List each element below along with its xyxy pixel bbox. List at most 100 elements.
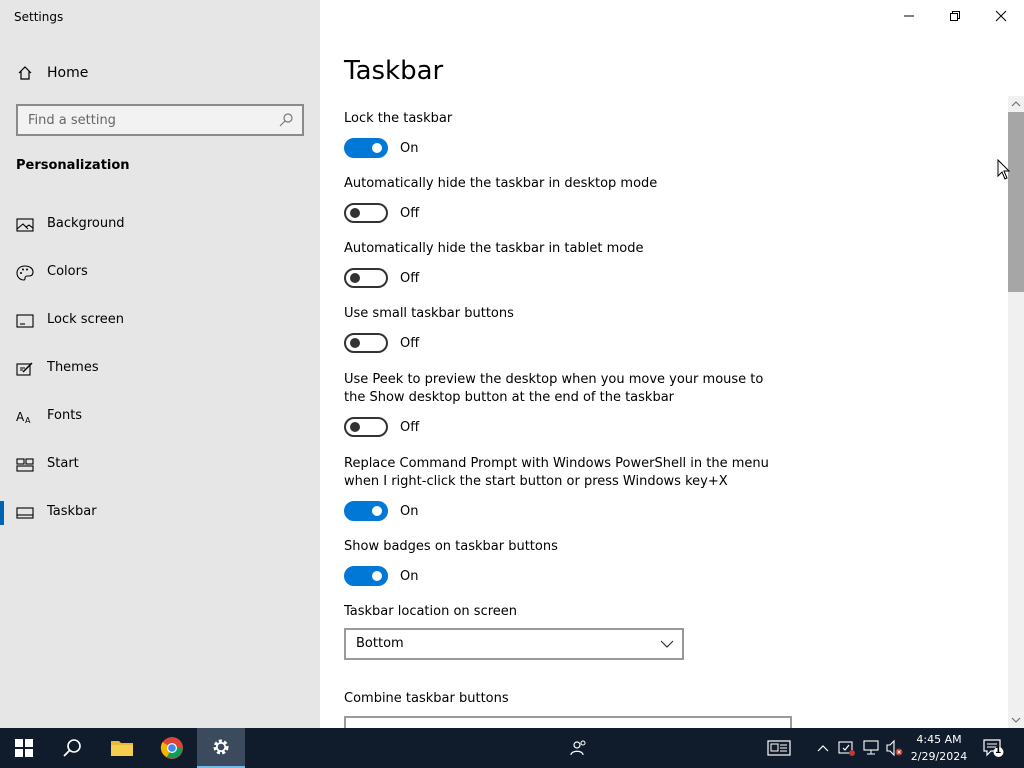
- combine-label: Combine taskbar buttons: [344, 691, 509, 706]
- sidebar: Settings Home Personalization Background…: [0, 0, 320, 728]
- windows-taskbar: 4:45 AM 2/29/2024 1: [0, 728, 1024, 768]
- search-icon[interactable]: [278, 112, 294, 128]
- gear-icon: [213, 739, 229, 755]
- action-center-button[interactable]: 1: [982, 738, 1006, 758]
- fonts-icon: AA: [16, 410, 31, 425]
- toggle-state-label: Off: [400, 420, 420, 435]
- security-tray-button[interactable]: [837, 738, 857, 758]
- combine-dropdown[interactable]: [344, 716, 792, 728]
- chrome-icon: [160, 737, 183, 759]
- search-input[interactable]: [18, 106, 274, 134]
- autohide-tablet-toggle[interactable]: [344, 268, 388, 288]
- settings-taskbar-button[interactable]: [197, 728, 245, 768]
- sidebar-item-label: Colors: [47, 264, 88, 279]
- page-title: Taskbar: [344, 56, 444, 86]
- sidebar-item-label: Home: [47, 65, 89, 81]
- svg-text:A: A: [25, 416, 31, 425]
- setting-label: Replace Command Prompt with Windows Powe…: [344, 456, 769, 489]
- scroll-down-button[interactable]: [1008, 712, 1024, 728]
- news-button[interactable]: [766, 738, 792, 758]
- location-dropdown[interactable]: Bottom: [344, 628, 684, 660]
- chrome-button[interactable]: [148, 728, 196, 768]
- toggle-knob: [350, 338, 360, 348]
- sidebar-item-taskbar[interactable]: Taskbar: [0, 493, 320, 533]
- sidebar-item-colors[interactable]: Colors: [0, 253, 320, 293]
- setting-label: Show badges on taskbar buttons: [344, 539, 558, 554]
- taskbar-search-button[interactable]: [48, 728, 96, 768]
- toggle-state-label: On: [400, 504, 419, 519]
- search-icon: [63, 739, 81, 757]
- mouse-cursor-icon: [997, 159, 1011, 180]
- scrollbar[interactable]: [1008, 96, 1024, 728]
- window-title: Settings: [14, 10, 64, 24]
- clock-time: 4:45 AM: [916, 733, 962, 746]
- sidebar-item-label: Background: [47, 216, 125, 231]
- notification-count-badge: 1: [995, 746, 1002, 756]
- start-button[interactable]: [0, 728, 48, 768]
- file-explorer-button[interactable]: [98, 728, 146, 768]
- start-icon: [16, 458, 34, 472]
- palette-icon: [16, 265, 34, 281]
- home-icon: [18, 66, 32, 80]
- toggle-state-label: On: [400, 141, 419, 156]
- close-icon: [995, 10, 1007, 22]
- sidebar-item-label: Lock screen: [47, 312, 124, 327]
- toggle-state-label: On: [400, 569, 419, 584]
- image-icon: [16, 218, 34, 232]
- people-icon: [570, 740, 586, 756]
- sidebar-item-fonts[interactable]: AA Fonts: [0, 397, 320, 437]
- toggle-knob: [350, 208, 360, 218]
- peek-toggle[interactable]: [344, 417, 388, 437]
- sidebar-item-start[interactable]: Start: [0, 445, 320, 485]
- lock-taskbar-toggle[interactable]: [344, 138, 388, 158]
- sidebar-item-background[interactable]: Background: [0, 205, 320, 245]
- network-tray-button[interactable]: [861, 738, 881, 758]
- toggle-knob: [372, 506, 382, 516]
- close-button[interactable]: [978, 0, 1024, 32]
- powershell-toggle[interactable]: [344, 501, 388, 521]
- minimize-icon: [904, 15, 914, 17]
- folder-icon: [111, 741, 133, 756]
- scroll-up-icon: [1011, 101, 1021, 107]
- sidebar-item-home[interactable]: Home: [0, 58, 320, 88]
- search-box[interactable]: [16, 104, 304, 136]
- toggle-state-label: Off: [400, 271, 420, 286]
- minimize-button[interactable]: [886, 0, 932, 32]
- windows-logo-icon: [15, 739, 33, 757]
- setting-label: Lock the taskbar: [344, 111, 453, 126]
- themes-icon: [16, 362, 33, 376]
- defender-icon: [838, 741, 855, 756]
- volume-muted-icon: [886, 739, 903, 757]
- restore-button[interactable]: [932, 0, 978, 32]
- volume-tray-button[interactable]: [884, 738, 904, 758]
- toggle-knob: [350, 273, 360, 283]
- chevron-down-icon: [660, 640, 674, 648]
- show-hidden-icons-button[interactable]: [813, 738, 833, 758]
- toggle-knob: [372, 143, 382, 153]
- autohide-desktop-toggle[interactable]: [344, 203, 388, 223]
- taskbar-clock[interactable]: 4:45 AM 2/29/2024: [904, 731, 974, 765]
- news-icon: [767, 740, 791, 756]
- toggle-knob: [372, 571, 382, 581]
- scroll-up-button[interactable]: [1008, 96, 1024, 112]
- small-buttons-toggle[interactable]: [344, 333, 388, 353]
- scroll-down-icon: [1011, 717, 1021, 723]
- badges-toggle[interactable]: [344, 566, 388, 586]
- scroll-thumb[interactable]: [1008, 112, 1024, 292]
- setting-label: Use small taskbar buttons: [344, 306, 514, 321]
- dropdown-value: Bottom: [356, 636, 404, 651]
- toggle-state-label: Off: [400, 206, 420, 221]
- setting-label: Use Peek to preview the desktop when you…: [344, 372, 764, 405]
- restore-icon: [950, 11, 960, 21]
- selection-indicator: [0, 501, 4, 525]
- people-button[interactable]: [568, 738, 588, 758]
- sidebar-item-label: Fonts: [47, 408, 83, 423]
- toggle-knob: [350, 422, 360, 432]
- notification-icon: [983, 739, 1004, 757]
- svg-text:A: A: [16, 410, 25, 424]
- sidebar-item-themes[interactable]: Themes: [0, 349, 320, 389]
- sidebar-item-lock-screen[interactable]: Lock screen: [0, 301, 320, 341]
- sidebar-item-label: Themes: [47, 360, 99, 375]
- setting-label: Automatically hide the taskbar in deskto…: [344, 176, 658, 191]
- sidebar-item-label: Start: [47, 456, 79, 471]
